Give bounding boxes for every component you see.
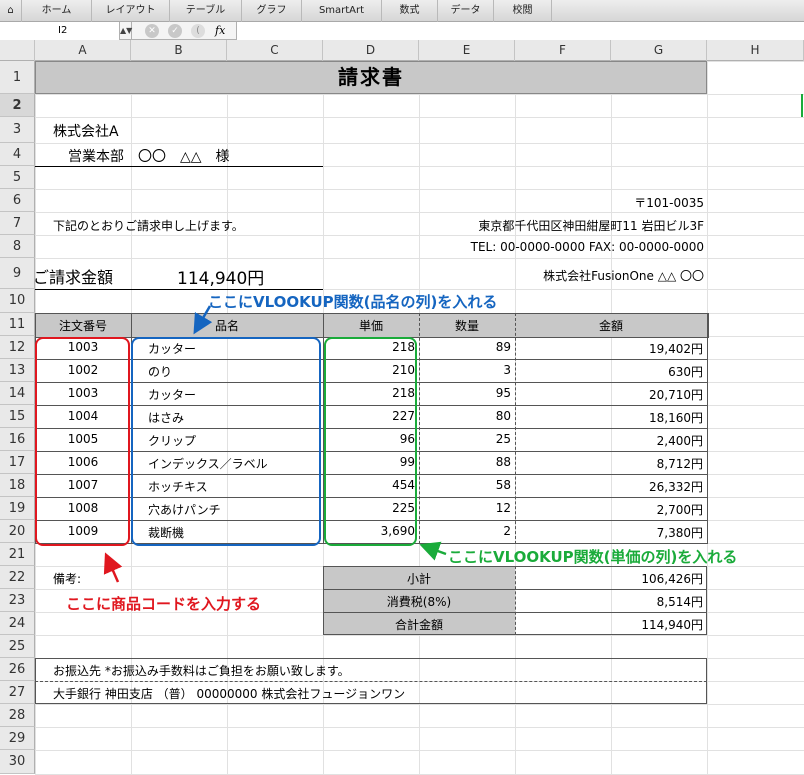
blue-arrow [193,305,213,335]
annotation-arrows [103,94,803,583]
green-arrow [419,541,447,561]
red-arrow [103,552,123,583]
